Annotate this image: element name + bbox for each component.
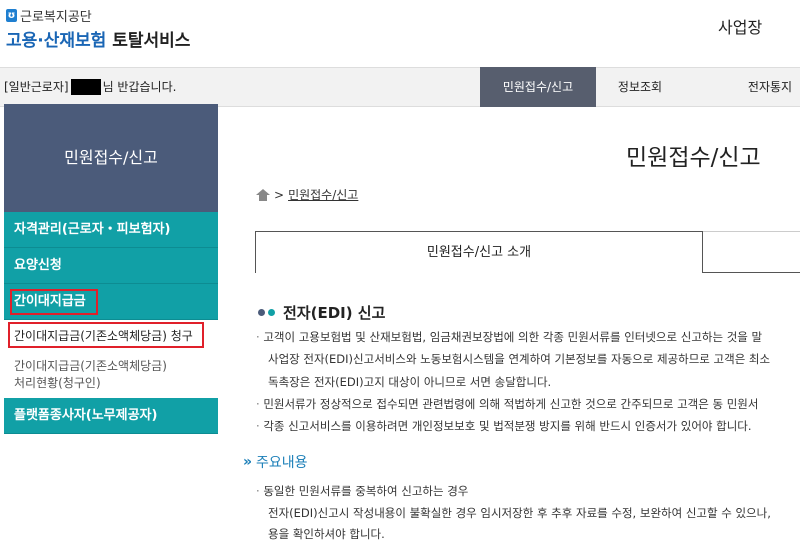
redacted-username	[70, 78, 101, 95]
sidebar-heading: 민원접수/신고	[4, 104, 218, 212]
service-name-dark: 토탈서비스	[112, 31, 191, 51]
greeting-prefix: [일반근로자]	[4, 80, 69, 94]
nav-info-inquiry[interactable]: 정보조회	[600, 67, 680, 107]
sub-paragraph: 전자(EDI)신고시 작성내용이 불확실한 경우 임시저장한 후 추후 자료를 …	[268, 506, 771, 520]
double-chevron-icon: »	[243, 454, 253, 470]
subsection-title-text: 주요내용	[256, 455, 308, 471]
subsection-title: » 주요내용	[243, 452, 308, 472]
sidebar-item-platform-worker[interactable]: 플랫폼종사자(노무제공자)	[4, 398, 218, 434]
greeting: [일반근로자] 님 반갑습니다.	[4, 78, 176, 95]
breadcrumb-separator: >	[274, 187, 285, 202]
org-logo[interactable]: ʊ 근로복지공단	[6, 6, 92, 25]
bullet-dots-icon	[258, 309, 275, 316]
sidebar-item-medical-care[interactable]: 요양신청	[4, 248, 218, 284]
page-title: 민원접수/신고	[626, 145, 761, 171]
sidebar-subitem-status-line2: 처리현황(청구인)	[14, 376, 101, 390]
sidebar-item-qualification[interactable]: 자격관리(근로자・피보험자)	[4, 212, 218, 248]
paragraph: 독촉장은 전자(EDI)고지 대상이 아니므로 서면 송달합니다.	[268, 375, 552, 389]
nav-civil-application[interactable]: 민원접수/신고	[480, 67, 596, 107]
greeting-suffix: 님 반갑습니다.	[102, 80, 177, 94]
home-icon[interactable]	[256, 188, 270, 201]
sidebar-subitem-status[interactable]: 간이대지급금(기존소액체당금) 처리현황(청구인)	[14, 358, 214, 392]
tab-next[interactable]	[703, 231, 800, 273]
sidebar-subitem-status-line1: 간이대지급금(기존소액체당금)	[14, 359, 167, 373]
sub-paragraph: 동일한 민원서류를 중복하여 신고하는 경우	[256, 483, 468, 499]
section-title: 전자(EDI) 신고	[258, 302, 385, 323]
service-logo[interactable]: 고용·산재보험 토탈서비스	[6, 26, 190, 51]
service-name-blue: 고용·산재보험	[6, 31, 107, 51]
paragraph: 고객이 고용보험법 및 산재보험법, 임금채권보장법에 의한 각종 민원서류를 …	[256, 329, 762, 345]
highlight-box-simple-payment	[10, 289, 98, 315]
nav-e-notice[interactable]: 전자통지	[730, 67, 800, 107]
org-logo-icon: ʊ	[6, 9, 17, 22]
sub-paragraph: 용을 확인하셔야 합니다.	[268, 527, 385, 541]
breadcrumb: > 민원접수/신고	[256, 186, 358, 203]
workplace-link[interactable]: 사업장	[718, 14, 762, 38]
paragraph: 각종 신고서비스를 이용하려면 개인정보보호 및 법적분쟁 방지를 위해 반드시…	[256, 418, 751, 434]
paragraph: 사업장 전자(EDI)신고서비스와 노동보험시스템을 연계하여 기본정보를 자동…	[268, 352, 771, 366]
paragraph: 민원서류가 정상적으로 접수되면 관련법령에 의해 적법하게 신고한 것으로 간…	[256, 396, 758, 412]
breadcrumb-link[interactable]: 민원접수/신고	[288, 186, 358, 203]
tab-intro[interactable]: 민원접수/신고 소개	[255, 231, 703, 273]
org-name: 근로복지공단	[20, 10, 92, 25]
section-title-text: 전자(EDI) 신고	[283, 304, 386, 322]
sidebar-subitem-claim[interactable]: 간이대지급금(기존소액체당금) 청구	[14, 327, 193, 344]
